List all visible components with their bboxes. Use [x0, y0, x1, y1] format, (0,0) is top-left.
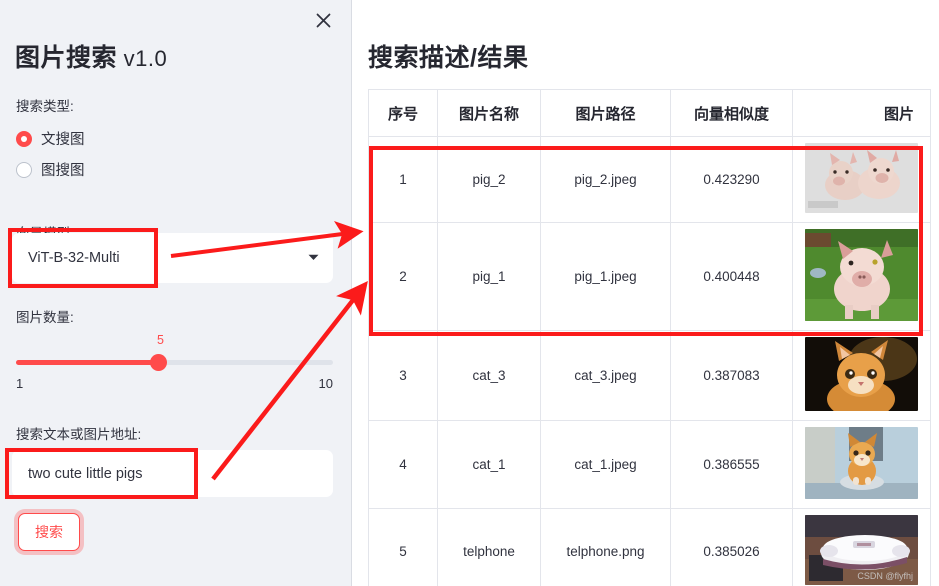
- cell-name: telphone: [438, 509, 541, 586]
- slider-min-label: 1: [16, 376, 23, 391]
- page-title-text: 图片搜索: [15, 44, 117, 72]
- cell-index: 2: [369, 223, 438, 331]
- pig-in-grass-photo[interactable]: [805, 229, 918, 321]
- radio-text-to-image[interactable]: 文搜图: [16, 128, 85, 149]
- cell-thumbnail[interactable]: CSDN @flyfhj: [793, 509, 931, 586]
- table-row: 4 cat_1 cat_1.jpeg 0.386555: [369, 421, 931, 509]
- cell-name: pig_1: [438, 223, 541, 331]
- cell-similarity: 0.400448: [671, 223, 793, 331]
- vector-model-value: ViT-B-32-Multi: [28, 250, 308, 266]
- radio-text-to-image-label: 文搜图: [41, 128, 85, 149]
- cell-name: pig_2: [438, 137, 541, 223]
- close-sidebar-button[interactable]: [309, 6, 337, 34]
- cell-name: cat_1: [438, 421, 541, 509]
- vector-model-select[interactable]: ViT-B-32-Multi: [12, 233, 333, 283]
- cell-name: cat_3: [438, 331, 541, 421]
- radio-unselected-icon: [16, 162, 32, 178]
- page-title-version: v1.0: [124, 46, 168, 71]
- cell-similarity: 0.387083: [671, 331, 793, 421]
- cell-path: pig_2.jpeg: [541, 137, 671, 223]
- results-table: 序号 图片名称 图片路径 向量相似度 图片 1 pig_2 pig_2.jpeg…: [368, 89, 931, 586]
- slider-fill: [16, 360, 160, 365]
- column-header-path: 图片路径: [541, 90, 671, 137]
- two-piglets-photo[interactable]: [805, 143, 918, 213]
- slider-value-label: 5: [157, 333, 164, 347]
- watermark-text: CSDN @flyfhj: [857, 571, 913, 581]
- image-count-slider[interactable]: 5 1 10: [16, 335, 333, 387]
- cell-path: cat_1.jpeg: [541, 421, 671, 509]
- image-count-label: 图片数量:: [16, 306, 74, 326]
- table-header-row: 序号 图片名称 图片路径 向量相似度 图片: [369, 90, 931, 137]
- cell-thumbnail[interactable]: [793, 331, 931, 421]
- orange-kitten-dark-photo[interactable]: [805, 337, 918, 411]
- table-row: 3 cat_3 cat_3.jpeg 0.387083: [369, 331, 931, 421]
- white-telephone-photo[interactable]: CSDN @flyfhj: [805, 515, 918, 585]
- search-button[interactable]: 搜索: [18, 513, 80, 551]
- cell-similarity: 0.423290: [671, 137, 793, 223]
- search-input[interactable]: [12, 450, 333, 497]
- table-row: 5 telphone telphone.png 0.385026: [369, 509, 931, 586]
- slider-thumb[interactable]: [150, 354, 167, 371]
- cell-index: 3: [369, 331, 438, 421]
- radio-image-to-image[interactable]: 图搜图: [16, 159, 85, 180]
- column-header-index: 序号: [369, 90, 438, 137]
- column-header-image: 图片: [793, 90, 931, 137]
- column-header-similarity: 向量相似度: [671, 90, 793, 137]
- cell-path: telphone.png: [541, 509, 671, 586]
- page-title: 图片搜索 v1.0: [15, 38, 167, 74]
- cell-thumbnail[interactable]: [793, 421, 931, 509]
- search-text-label: 搜索文本或图片地址:: [16, 423, 141, 443]
- search-type-label: 搜索类型:: [16, 95, 74, 115]
- cell-path: cat_3.jpeg: [541, 331, 671, 421]
- radio-selected-icon: [16, 131, 32, 147]
- table-row: 1 pig_2 pig_2.jpeg 0.423290: [369, 137, 931, 223]
- cell-index: 4: [369, 421, 438, 509]
- column-header-name: 图片名称: [438, 90, 541, 137]
- orange-kitten-perch-photo[interactable]: [805, 427, 918, 499]
- sidebar: 图片搜索 v1.0 搜索类型: 文搜图 图搜图 向量模型: ViT-B-32-M…: [0, 0, 352, 586]
- cell-similarity: 0.386555: [671, 421, 793, 509]
- image-search-app: 图片搜索 v1.0 搜索类型: 文搜图 图搜图 向量模型: ViT-B-32-M…: [0, 0, 939, 586]
- table-row: 2 pig_1 pig_1.jpeg 0.400448: [369, 223, 931, 331]
- slider-track[interactable]: [16, 360, 333, 365]
- cell-similarity: 0.385026: [671, 509, 793, 586]
- cell-path: pig_1.jpeg: [541, 223, 671, 331]
- results-heading: 搜索描述/结果: [368, 38, 528, 74]
- close-icon: [316, 13, 331, 28]
- cell-thumbnail[interactable]: [793, 137, 931, 223]
- cell-index: 1: [369, 137, 438, 223]
- chevron-down-icon: [308, 253, 319, 263]
- slider-max-label: 10: [319, 376, 333, 391]
- radio-image-to-image-label: 图搜图: [41, 159, 85, 180]
- main-panel: 搜索描述/结果 序号 图片名称 图片路径 向量相似度 图片 1 pig_2: [353, 0, 939, 586]
- cell-index: 5: [369, 509, 438, 586]
- cell-thumbnail[interactable]: [793, 223, 931, 331]
